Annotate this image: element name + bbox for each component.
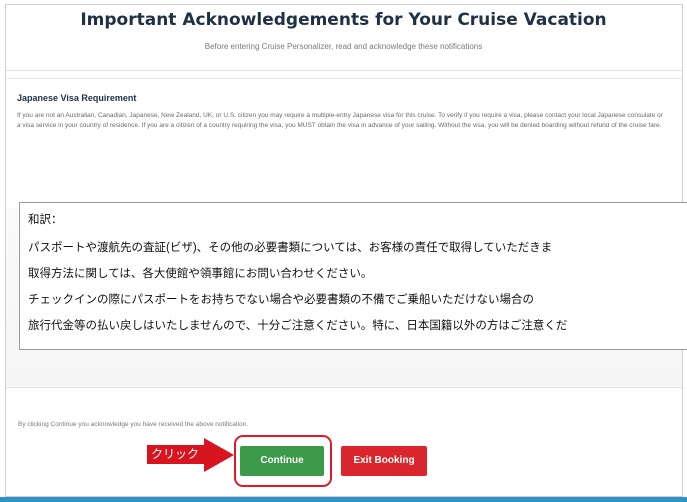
- translation-box: 和訳： パスポートや渡航先の査証(ビザ)、その他の必要書類については、お客様の責…: [19, 202, 687, 350]
- acknowledge-note: By clicking Continue you acknowledge you…: [18, 421, 249, 428]
- translation-line: チェックインの際にパスポートをお持ちでない場合や必要書類の不備でご乗船いただけな…: [28, 294, 534, 306]
- dialog-title: Important Acknowledgements for Your Crui…: [80, 10, 607, 30]
- visa-heading: Japanese Visa Requirement: [17, 93, 137, 103]
- translation-line: 旅行代金等の払い戻しはいたしませんので、十分ご注意ください。特に、日本国籍以外の…: [28, 320, 568, 332]
- visa-body-text: If you are not an Australian, Canadian, …: [17, 112, 663, 129]
- translation-line: パスポートや渡航先の査証(ビザ)、その他の必要書類については、お客様の責任で取得…: [28, 242, 553, 254]
- translation-line: 取得方法に関しては、各大使館や領事館にお問い合わせください。: [28, 268, 373, 280]
- translation-heading: 和訳：: [28, 214, 63, 226]
- click-arrow-icon: [204, 438, 234, 472]
- continue-button[interactable]: Continue: [240, 446, 324, 476]
- click-annotation-label: クリック: [147, 445, 204, 464]
- header-divider: [6, 70, 682, 71]
- dialog-subtitle: Before entering Cruise Personalizer, rea…: [204, 42, 483, 51]
- bottom-bar: [0, 497, 687, 502]
- exit-booking-button[interactable]: Exit Booking: [341, 446, 427, 476]
